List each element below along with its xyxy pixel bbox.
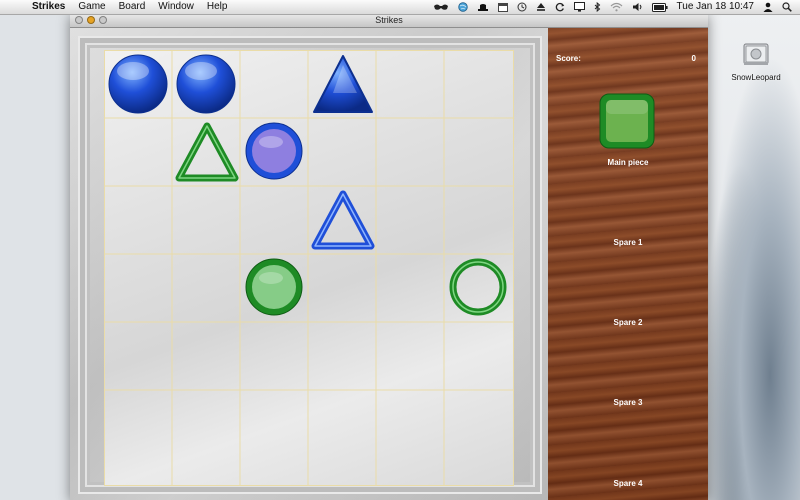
user-icon[interactable] xyxy=(763,2,773,12)
spare-1-slot[interactable]: Spare 1 xyxy=(548,238,708,247)
close-button[interactable] xyxy=(75,16,83,24)
spare-4-slot[interactable]: Spare 4 xyxy=(548,479,708,488)
board-piece-purple-circle[interactable] xyxy=(243,120,305,182)
volume-icon[interactable] xyxy=(632,2,643,12)
board-piece-blue-triangle[interactable] xyxy=(311,53,375,115)
menu-game[interactable]: Game xyxy=(78,0,105,14)
board-piece-blue-circle[interactable] xyxy=(175,53,237,115)
game-board xyxy=(70,28,548,500)
menu-app-strikes[interactable]: Strikes xyxy=(32,0,65,14)
menu-window[interactable]: Window xyxy=(158,0,194,14)
desktop-drive-label: SnowLeopard xyxy=(731,73,781,82)
main-piece-green-square[interactable] xyxy=(596,90,658,152)
desktop-drive-icon[interactable]: SnowLeopard xyxy=(726,40,786,82)
board-piece-blue-circle[interactable] xyxy=(107,53,169,115)
board-piece-green-triangle-outline[interactable] xyxy=(175,120,239,184)
board-piece-green-circle-outline[interactable] xyxy=(447,256,509,318)
spare-2-slot[interactable]: Spare 2 xyxy=(548,318,708,327)
display-icon[interactable] xyxy=(573,2,585,12)
minimize-button[interactable] xyxy=(87,16,95,24)
eject-icon[interactable] xyxy=(536,2,546,12)
spare-3-slot[interactable]: Spare 3 xyxy=(548,398,708,407)
menu-bar-clock[interactable]: Tue Jan 18 10:47 xyxy=(677,0,754,14)
status-area: Tue Jan 18 10:47 xyxy=(433,0,800,14)
board-piece-green-circle[interactable] xyxy=(243,256,305,318)
sync-icon[interactable] xyxy=(555,2,565,12)
main-piece-label: Main piece xyxy=(607,158,649,167)
glasses-icon[interactable] xyxy=(433,3,449,11)
board-grid[interactable] xyxy=(104,50,514,486)
side-panel: Score: 0 Main piece Spare 1 Spare 2 Spar… xyxy=(548,28,708,500)
wifi-icon[interactable] xyxy=(610,2,623,12)
battery-icon[interactable] xyxy=(651,2,668,12)
menu-board[interactable]: Board xyxy=(119,0,146,14)
time-machine-icon[interactable] xyxy=(517,2,527,12)
hat-icon[interactable] xyxy=(477,3,489,12)
zoom-button[interactable] xyxy=(99,16,107,24)
score-label: Score: xyxy=(556,54,581,63)
score-value: 0 xyxy=(691,54,696,63)
window-title: Strikes xyxy=(375,15,403,25)
menu-help[interactable]: Help xyxy=(207,0,228,14)
spotlight-icon[interactable] xyxy=(782,2,792,12)
window-titlebar[interactable]: Strikes xyxy=(70,14,708,28)
menu-bar: Strikes Game Board Window Help Tue Jan 1… xyxy=(0,0,800,15)
calendar-icon[interactable] xyxy=(497,2,508,12)
hard-drive-icon xyxy=(743,43,769,65)
bluetooth-icon[interactable] xyxy=(594,2,601,12)
board-piece-blue-triangle-outline[interactable] xyxy=(311,188,375,252)
score-row: Score: 0 xyxy=(556,54,696,63)
strikes-window: Strikes Score: 0 Main piece Spare 1 Spar… xyxy=(70,14,708,500)
globe-icon[interactable] xyxy=(457,2,468,12)
